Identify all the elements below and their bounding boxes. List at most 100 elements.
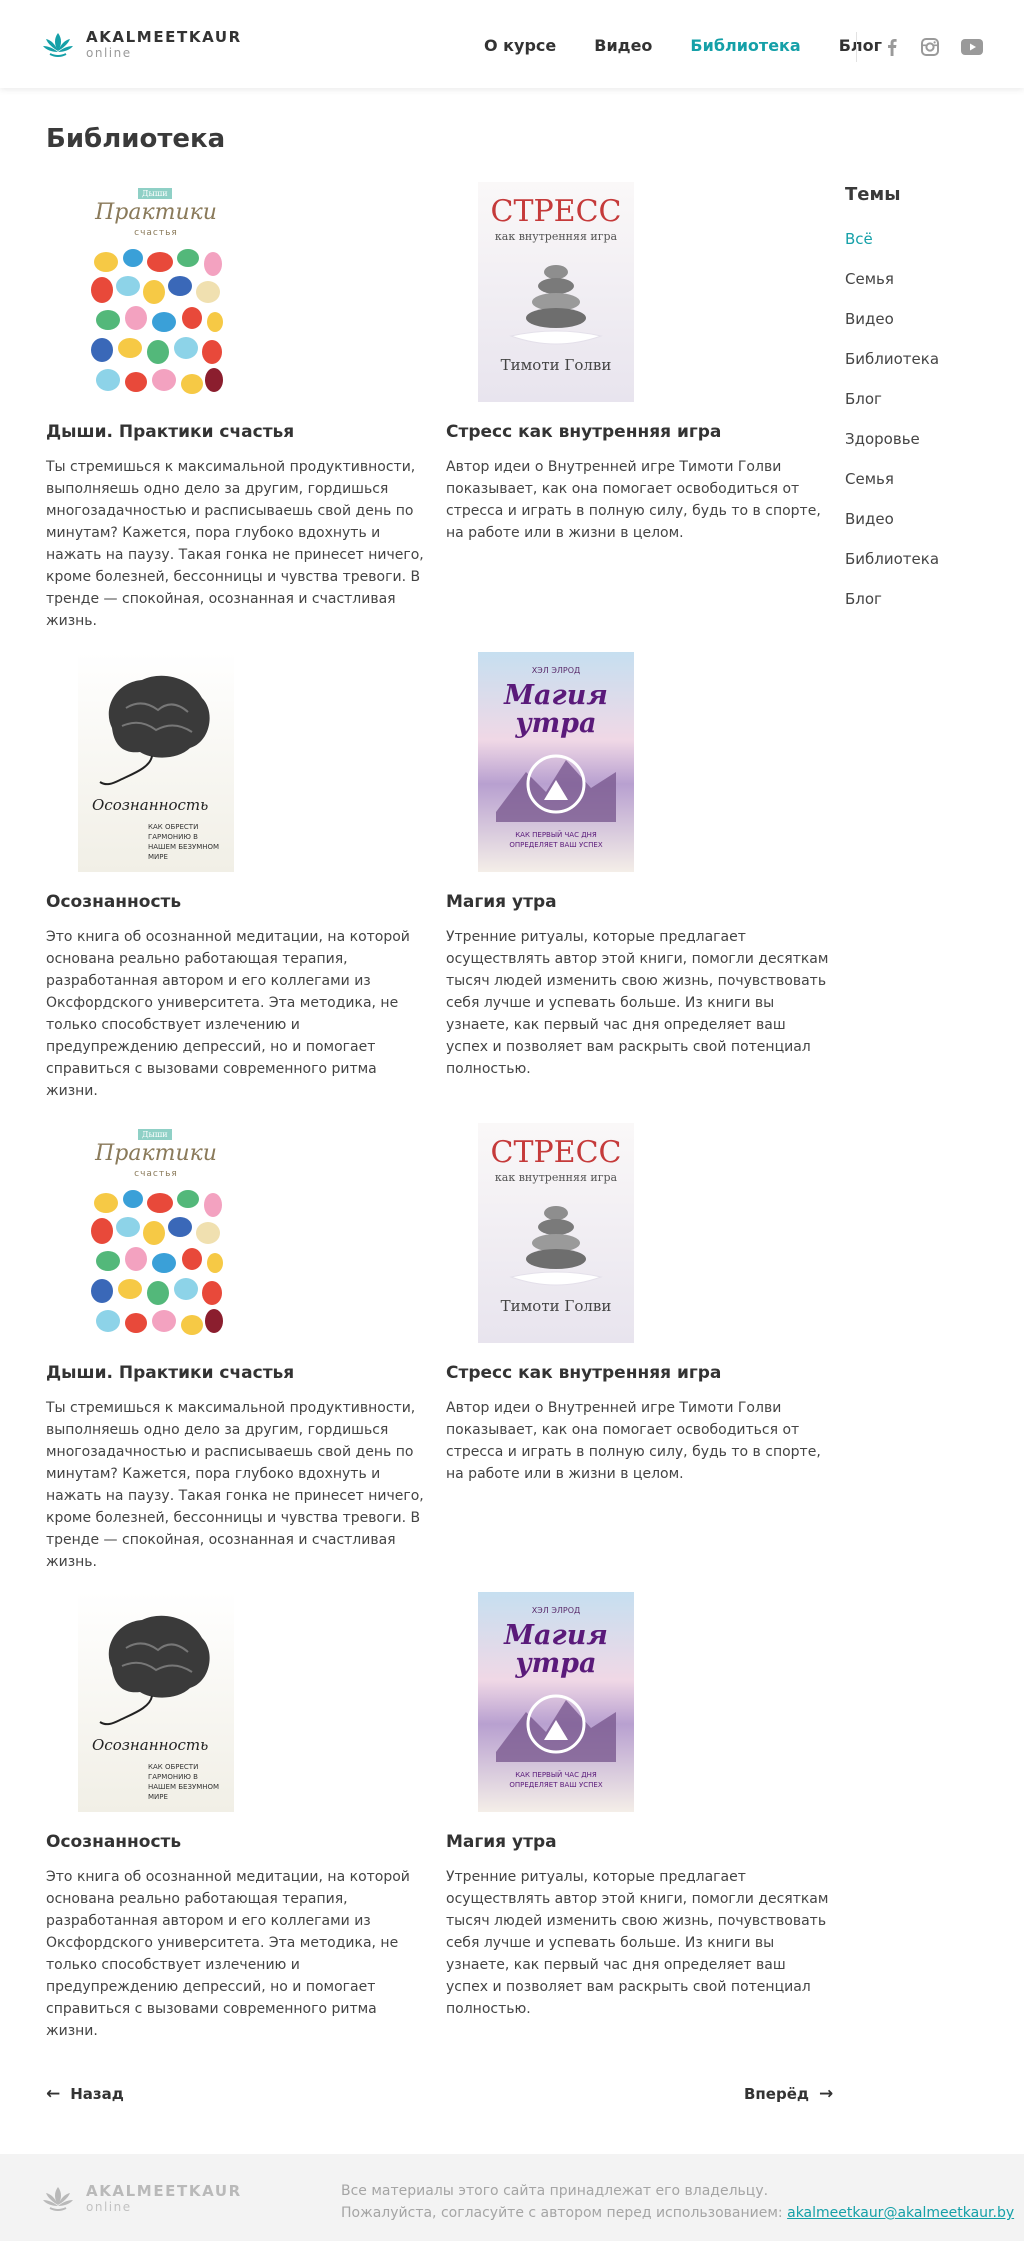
lotus-icon [43,32,73,57]
book-title[interactable]: Стресс как внутренняя игра [446,422,721,442]
cover-title: Осознанность [92,1736,209,1754]
footer-line-1: Все материалы этого сайта принадлежат ег… [341,2183,769,2199]
cover-title: Магия утра [504,680,608,739]
footer-line-2: Пожалуйста, согласуйте с автором перед и… [341,2202,1014,2224]
brain-illustration [99,1615,210,1726]
logo[interactable]: AKALMEETKAUR online [42,30,242,59]
cover-author: Тимоти Голви [500,1297,612,1315]
book-description: Утренние ритуалы, которые предлагает осу… [446,929,829,1077]
footer-line-2-text: Пожалуйста, согласуйте с автором перед и… [341,2205,788,2221]
book-description: Автор идеи о Внутренней игре Тимоти Голв… [446,1400,821,1482]
book-cover-breathe[interactable]: Дыши Практики счастья [78,182,234,402]
cover-top-label: Дыши [138,1129,172,1140]
book-card[interactable]: Хэл Элрод Магия утра Как первый час дня … [446,652,828,1082]
book-description: Утренние ритуалы, которые предлагает осу… [446,1869,829,2017]
book-cover-stress[interactable]: СТРЕСС как внутренняя игра Тимоти Голви [478,182,634,402]
book-title[interactable]: Осознанность [46,1832,181,1852]
sidebar-item-video[interactable]: Видео [845,509,1005,549]
sidebar-item-video[interactable]: Видео [845,309,1005,349]
sidebar-item-family[interactable]: Семья [845,469,1005,509]
main-nav: О курсе Видео Библиотека Блог [484,36,920,55]
youtube-icon[interactable] [961,37,983,57]
brain-illustration [99,675,210,786]
sidebar-item-blog[interactable]: Блог [845,389,1005,429]
cover-title: Практики [95,200,217,225]
nav-item-about[interactable]: О курсе [484,36,556,55]
book-title[interactable]: Дыши. Практики счастья [46,1363,294,1383]
arrow-right-icon: → [819,2084,834,2104]
footer-email-link[interactable]: akalmeetkaur@akalmeetkaur.by [787,2205,1014,2221]
cover-author: Хэл Элрод [531,666,581,675]
arrow-left-icon: ← [46,2084,61,2104]
book-card[interactable]: СТРЕСС как внутренняя игра Тимоти Голви … [446,182,826,612]
cover-sub: Как обрести гармонию в нашем безумном ми… [148,823,220,861]
sidebar-title: Темы [845,184,901,205]
stones-illustration [509,1206,603,1286]
cover-title: Осознанность [92,796,209,814]
cover-sub: Как первый час дня определяет ваш успех [509,831,603,849]
sidebar-item-blog[interactable]: Блог [845,589,1005,629]
next-page-label: Вперёд [744,2085,809,2103]
book-description: Автор идеи о Внутренней игре Тимоти Голв… [446,459,821,541]
prev-page-label: Назад [70,2085,124,2103]
footer-logo-sub: online [86,2200,132,2214]
nav-item-blog[interactable]: Блог [839,36,882,55]
nav-item-video[interactable]: Видео [594,36,652,55]
book-card[interactable]: Дыши Практики счастья Дыши. Практики сча… [46,182,426,629]
book-card[interactable]: Осознанность Как обрести гармонию в наше… [46,1592,426,2039]
prev-page-button[interactable]: ← Назад [46,2084,124,2104]
nav-item-library[interactable]: Библиотека [690,36,800,55]
colorful-figures-illustration [91,1190,223,1335]
book-cover-stress[interactable]: СТРЕСС как внутренняя игра Тимоти Голви [478,1123,634,1343]
cover-author: Тимоти Голви [500,356,612,374]
book-title[interactable]: Осознанность [46,892,181,912]
footer-logo-name: AKALMEETKAUR [86,2182,242,2200]
sidebar-item-library[interactable]: Библиотека [845,349,1005,389]
site-header: AKALMEETKAUR online О курсе Видео Библио… [0,0,1024,88]
footer-copyright: Все материалы этого сайта принадлежат ег… [341,2180,1014,2224]
book-description: Это книга об осознанной медитации, на ко… [46,929,410,1099]
book-title[interactable]: Магия утра [446,892,557,912]
lotus-icon [43,2186,73,2211]
book-card[interactable]: СТРЕСС как внутренняя игра Тимоти Голви … [446,1123,826,1553]
book-card[interactable]: Хэл Элрод Магия утра Как первый час дня … [446,1592,828,2022]
book-title[interactable]: Дыши. Практики счастья [46,422,294,442]
mountains-illustration [496,754,616,822]
book-cover-mindfulness[interactable]: Осознанность Как обрести гармонию в наше… [78,652,234,872]
book-cover-mindfulness[interactable]: Осознанность Как обрести гармонию в наше… [78,1592,234,1812]
book-cover-morning[interactable]: Хэл Элрод Магия утра Как первый час дня … [478,652,634,872]
book-title[interactable]: Магия утра [446,1832,557,1852]
sidebar-item-library[interactable]: Библиотека [845,549,1005,589]
cover-title: СТРЕСС [490,194,622,229]
facebook-icon[interactable] [885,37,899,57]
cover-title: Магия утра [504,1620,608,1679]
book-cover-morning[interactable]: Хэл Элрод Магия утра Как первый час дня … [478,1592,634,1812]
page-title: Библиотека [46,124,226,154]
book-title[interactable]: Стресс как внутренняя игра [446,1363,721,1383]
cover-sub: Как обрести гармонию в нашем безумном ми… [148,1763,220,1801]
stones-illustration [509,265,603,345]
sidebar-item-all[interactable]: Всё [845,229,1005,269]
site-footer: AKALMEETKAUR online Все материалы этого … [0,2154,1024,2241]
book-card[interactable]: Дыши Практики счастья Дыши. Практики сча… [46,1123,426,1570]
book-description: Ты стремишься к максимальной продуктивно… [46,1400,424,1570]
book-card[interactable]: Осознанность Как обрести гармонию в наше… [46,652,426,1099]
colorful-figures-illustration [91,249,223,394]
cover-sub: Как первый час дня определяет ваш успех [509,1771,603,1789]
sidebar-item-family[interactable]: Семья [845,269,1005,309]
logo-name: AKALMEETKAUR [86,28,242,46]
book-cover-breathe[interactable]: Дыши Практики счастья [78,1123,234,1343]
book-description: Это книга об осознанной медитации, на ко… [46,1869,410,2039]
topics-sidebar: Темы Всё Семья Видео Библиотека Блог Здо… [845,184,1005,629]
sidebar-item-health[interactable]: Здоровье [845,429,1005,469]
logo-sub: online [86,46,132,60]
cover-sub: счастья [134,1169,178,1179]
next-page-button[interactable]: Вперёд → [744,2084,833,2104]
cover-top-label: Дыши [138,188,172,199]
instagram-icon[interactable] [920,37,940,57]
cover-author: Хэл Элрод [531,1606,581,1615]
footer-logo[interactable]: AKALMEETKAUR online [42,2184,242,2213]
book-description: Ты стремишься к максимальной продуктивно… [46,459,424,629]
nav-divider [856,32,857,62]
cover-title: СТРЕСС [490,1135,622,1170]
